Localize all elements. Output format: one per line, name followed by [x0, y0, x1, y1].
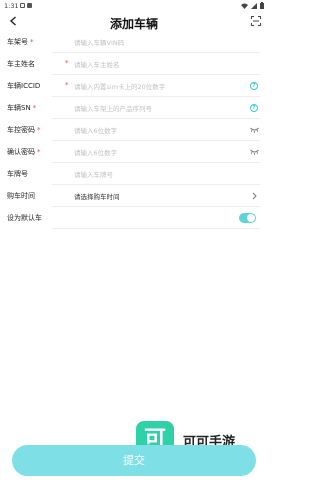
owner-name-input[interactable]: 请输入车主姓名 [74, 59, 120, 69]
iccid-help-button[interactable]: ? [249, 81, 259, 91]
default-car-label: 设为默认车 [7, 214, 42, 222]
submit-button[interactable]: 提交 [12, 445, 256, 476]
sn-input[interactable]: 请输入车架上的产品序列号 [74, 103, 152, 113]
sn-label: 车辆SN * [7, 104, 37, 112]
iccid-row: 车辆ICCID * 请输入内置sim卡上的20位数字 ? [0, 75, 268, 97]
question-icon: ? [250, 82, 258, 90]
default-car-row: 设为默认车 [0, 207, 268, 229]
wifi-icon [241, 3, 248, 9]
confirm-password-label: 确认密码 * [7, 148, 41, 156]
battery-icon [260, 2, 264, 9]
purchase-date-select[interactable]: 请选择购车时间 [74, 191, 120, 201]
confirm-password-input[interactable]: 请输入6位数字 [74, 147, 117, 157]
notification-icon [27, 2, 32, 8]
scan-button[interactable] [250, 15, 262, 27]
toggle-visibility-button[interactable] [249, 125, 259, 135]
question-icon: ? [250, 104, 258, 112]
status-time: 1:31 [4, 2, 19, 10]
eye-closed-icon [249, 127, 259, 133]
required-mark: * [37, 148, 41, 156]
iccid-input[interactable]: 请输入内置sim卡上的20位数字 [74, 81, 165, 91]
divider [52, 228, 260, 229]
toggle-visibility-button[interactable] [249, 147, 259, 157]
control-password-input[interactable]: 请输入6位数字 [74, 125, 117, 135]
purchase-date-row[interactable]: 购车时间 请选择购车时间 [0, 185, 268, 207]
required-mark: * [65, 59, 69, 67]
eye-closed-icon [249, 149, 259, 155]
purchase-date-label: 购车时间 [7, 192, 35, 200]
plate-number-label: 车牌号 [7, 170, 28, 178]
toggle-knob [247, 214, 255, 222]
plate-number-input[interactable]: 请输入车牌号 [74, 169, 113, 179]
sn-row: 车辆SN * 请输入车架上的产品序列号 ? [0, 97, 268, 119]
required-mark: * [37, 126, 41, 134]
required-mark: * [32, 104, 37, 112]
plate-number-row: 车牌号 请输入车牌号 [0, 163, 268, 185]
owner-name-label: 车主姓名 [7, 60, 35, 68]
required-mark: * [30, 38, 34, 46]
owner-name-row: 车主姓名 * 请输入车主姓名 [0, 53, 268, 75]
vin-input[interactable]: 请输入车辆VIN码 [74, 37, 124, 47]
scan-icon [251, 16, 261, 26]
vin-label: 车架号 * [7, 38, 34, 46]
notification-icons [20, 2, 32, 8]
chevron-right-icon [249, 191, 259, 201]
signal-icon [251, 2, 257, 9]
required-mark: * [65, 81, 69, 89]
status-bar: 1:31 [0, 0, 268, 12]
vin-row: 车架号 * 请输入车辆VIN码 [0, 31, 268, 53]
system-icons [241, 2, 264, 9]
confirm-password-row: 确认密码 * 请输入6位数字 [0, 141, 268, 163]
nav-bar: 添加车辆 [0, 12, 268, 32]
page-title: 添加车辆 [109, 17, 158, 31]
sn-help-button[interactable]: ? [249, 103, 259, 113]
control-password-row: 车控密码 * 请输入6位数字 [0, 119, 268, 141]
control-password-label: 车控密码 * [7, 126, 41, 134]
iccid-label: 车辆ICCID [7, 82, 41, 90]
default-car-toggle[interactable] [239, 213, 256, 223]
notification-icon [20, 2, 25, 8]
